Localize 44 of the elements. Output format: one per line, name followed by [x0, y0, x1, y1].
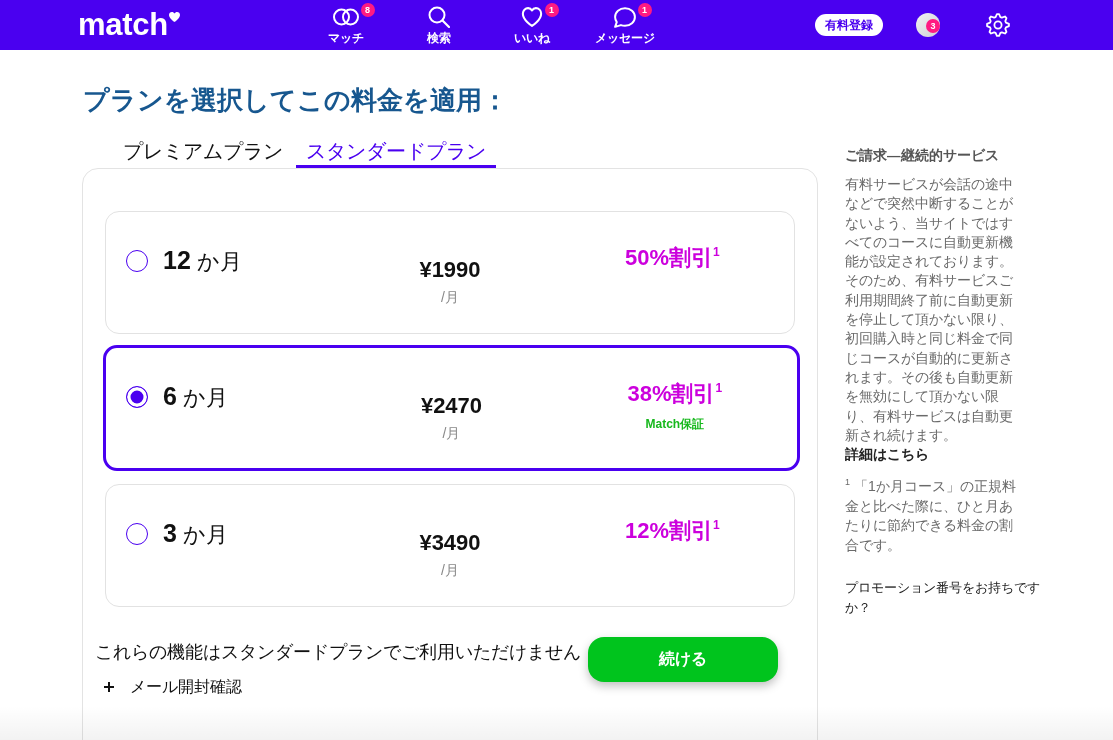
- billing-text: 有料サービスが会話の途中などで突然中断することがないよう、当サイトではすべてのコースに自動更新機能が設定されております。そのため、有料サービスご利用期間終了前に自動更新を停止して頂かない限り、初回購入時と同じ料金で同じコースが自動的に更新されます。その後も自動更新を無効にして頂かない限り、有料サービスは自動更新され続けます。: [845, 175, 1014, 445]
- nav-item[interactable]: 1 メッセージ: [592, 0, 657, 46]
- radio-button[interactable]: [126, 523, 148, 545]
- nav-item[interactable]: 検索: [424, 0, 453, 46]
- plan-price: ¥3490: [419, 529, 481, 557]
- plus-icon[interactable]: [104, 682, 114, 692]
- heart-icon: [520, 7, 543, 27]
- plan-option[interactable]: 3 か月 ¥3490 /月 12%割引$^{1}$: [105, 484, 795, 607]
- upgrade-button[interactable]: 有料登録: [815, 14, 883, 36]
- discount-label: 12%割引$^{1}$: [624, 517, 720, 545]
- unavailable-note: これらの機能はスタンダードプランでご利用いただけません: [95, 641, 581, 664]
- plan-tab[interactable]: スタンダードプラン: [296, 138, 496, 168]
- search-icon: [427, 6, 450, 28]
- details-link[interactable]: 詳細はこちら: [845, 445, 929, 465]
- plan-term: 3 か月: [163, 518, 229, 549]
- plan-term: 12 か月: [163, 245, 242, 276]
- chat-bubble-icon: [613, 6, 636, 28]
- rings-icon: [332, 8, 359, 26]
- plan-tab[interactable]: プレミアムプラン: [113, 138, 293, 168]
- heart-icon: [168, 12, 180, 22]
- plan-option[interactable]: 6 か月 ¥2470 /月 38%割引$^{1}$ Match保証: [103, 345, 800, 471]
- discount-label: 50%割引$^{1}$: [624, 244, 720, 272]
- price-unit: /月: [442, 424, 461, 442]
- count-badge: 1: [544, 3, 559, 17]
- page-heading: プランを選択してこの料金を適用：: [83, 84, 508, 117]
- guarantee-label: Match保証: [645, 416, 705, 432]
- radio-button[interactable]: [126, 386, 148, 408]
- plan-term: 6 か月: [163, 381, 229, 412]
- promo-code-link[interactable]: プロモーション番号をお持ちですか？: [845, 578, 1045, 619]
- logo-wordmark[interactable]: match: [78, 8, 168, 41]
- footnote-text: $^{1}$ 「1か月コース」の正規料金と比べた際に、ひと月あたりに節約できる料金の割合です。: [845, 477, 1017, 555]
- discount-label: 38%割引$^{1}$: [627, 380, 723, 408]
- price-unit: /月: [441, 561, 459, 579]
- radio-button[interactable]: [126, 250, 148, 272]
- count-badge: 1: [637, 3, 652, 17]
- plan-price: ¥2470: [420, 392, 483, 420]
- plan-price: ¥1990: [419, 256, 481, 284]
- price-unit: /月: [441, 288, 459, 306]
- sidebar-title: ご請求―継続的サービス: [845, 147, 999, 165]
- feature-label: メール開封確認: [130, 677, 242, 697]
- settings-icon[interactable]: [986, 13, 1010, 37]
- count-badge: 3: [926, 19, 940, 33]
- plan-option[interactable]: 12 か月 ¥1990 /月 50%割引$^{1}$: [105, 211, 795, 334]
- count-badge: 8: [360, 3, 375, 17]
